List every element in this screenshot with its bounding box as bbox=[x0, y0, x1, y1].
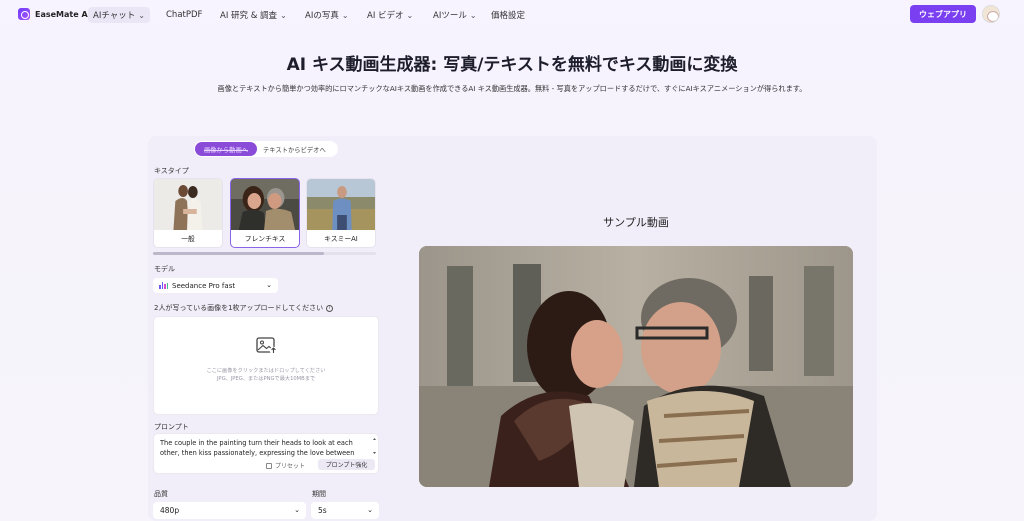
brand-logo[interactable]: EaseMate AI bbox=[18, 8, 91, 20]
model-label: モデル bbox=[154, 265, 175, 273]
nav-item-ai-photo[interactable]: AIの写真 ⌄ bbox=[300, 7, 354, 23]
chevron-down-icon: ⌄ bbox=[280, 10, 287, 20]
quality-value: 480p bbox=[160, 506, 180, 515]
nav-item-label: AIの写真 bbox=[305, 11, 339, 21]
preset-icon bbox=[266, 462, 272, 469]
kiss-type-label: フレンチキス bbox=[244, 235, 286, 243]
nav-item-ai-tools[interactable]: AIツール ⌄ bbox=[428, 7, 482, 23]
kiss-type-general-image bbox=[154, 179, 222, 230]
kiss-type-general[interactable]: 一般 bbox=[153, 178, 223, 248]
prompt-text[interactable]: The couple in the painting turn their he… bbox=[160, 438, 372, 458]
nav-item-ai-research[interactable]: AI 研究 & 調査 ⌄ bbox=[215, 7, 292, 23]
chevron-down-icon: ⌄ bbox=[294, 506, 300, 514]
sample-video-frame bbox=[419, 246, 853, 487]
kiss-type-french-kiss[interactable]: フレンチキス bbox=[230, 178, 300, 248]
kiss-type-french-kiss-image bbox=[231, 179, 299, 230]
brand-name: EaseMate AI bbox=[35, 9, 91, 19]
upload-hint-line: ここに画像をクリックまたはドロップしてください bbox=[206, 368, 326, 374]
info-icon[interactable]: i bbox=[326, 304, 334, 312]
nav-item-label: AIチャット bbox=[93, 11, 136, 21]
upload-label-row: 2人が写っている画像を1枚アップロードしてください i bbox=[154, 303, 334, 313]
nav-item-label: AIツール bbox=[433, 11, 467, 21]
duration-label: 期間 bbox=[312, 490, 326, 498]
mode-tabs: 画像から動画へ テキストからビデオへ bbox=[194, 141, 338, 157]
chevron-down-icon: ⌄ bbox=[341, 10, 349, 20]
web-app-button[interactable]: ウェブアプリ bbox=[910, 5, 976, 23]
quality-select[interactable]: 480p ⌄ bbox=[153, 502, 306, 519]
kiss-type-kiss-me-ai[interactable]: キスミーAI bbox=[306, 178, 376, 248]
tab-image-to-video[interactable]: 画像から動画へ bbox=[195, 142, 257, 156]
sample-video-title: サンプル動画 bbox=[603, 216, 669, 229]
preset-button[interactable]: プリセット bbox=[266, 461, 305, 470]
kiss-type-kiss-me-ai-image bbox=[307, 179, 375, 230]
nav-item-label: 価格設定 bbox=[491, 11, 526, 21]
chevron-down-icon: ⌄ bbox=[266, 281, 272, 289]
duration-select[interactable]: 5s ⌄ bbox=[311, 502, 379, 519]
upload-label: 2人が写っている画像を1枚アップロードしてください bbox=[154, 304, 324, 312]
prompt-label: プロンプト bbox=[154, 423, 189, 431]
scrollbar-thumb[interactable] bbox=[153, 252, 324, 255]
model-select[interactable]: Seedance Pro fast ⌄ bbox=[153, 278, 278, 293]
brand-mark-icon bbox=[18, 8, 30, 20]
tab-text-to-video[interactable]: テキストからビデオへ bbox=[257, 142, 332, 156]
nav-item-label: AI ビデオ bbox=[367, 11, 404, 21]
upload-hint: ここに画像をクリックまたはドロップしてください JPG、JPEG、またはPNGで… bbox=[154, 367, 378, 383]
prompt-scrollbar[interactable] bbox=[373, 438, 376, 454]
upload-dropzone[interactable]: ここに画像をクリックまたはドロップしてください JPG、JPEG、またはPNGで… bbox=[153, 316, 379, 415]
nav-item-label: ChatPDF bbox=[166, 10, 203, 20]
page-subtitle: 画像とテキストから簡単かつ効率的にロマンチックなAIキス動画を作成できるAI キ… bbox=[217, 84, 807, 93]
nav-item-label: AI 研究 & 調査 bbox=[220, 11, 278, 21]
enhance-prompt-button[interactable]: プロンプト強化 bbox=[318, 459, 375, 470]
nav-item-ai-video[interactable]: AI ビデオ ⌄ bbox=[362, 7, 418, 23]
nav-item-ai-chat[interactable]: AIチャット ⌄ bbox=[88, 7, 150, 23]
model-value: Seedance Pro fast bbox=[172, 281, 236, 290]
chevron-down-icon: ⌄ bbox=[367, 506, 373, 514]
avatar[interactable] bbox=[982, 5, 1000, 23]
duration-value: 5s bbox=[318, 506, 327, 515]
image-upload-icon bbox=[256, 337, 278, 355]
sample-video[interactable] bbox=[419, 246, 853, 487]
kiss-type-scrollbar[interactable] bbox=[153, 252, 376, 255]
chevron-down-icon: ⌄ bbox=[406, 10, 414, 20]
nav-item-pricing[interactable]: 価格設定 bbox=[486, 7, 530, 23]
top-nav: EaseMate AI AIチャット ⌄ ChatPDF AI 研究 & 調査 ⌄ … bbox=[0, 0, 1024, 30]
kiss-type-label: キスミーAI bbox=[324, 235, 358, 243]
kiss-type-label: キスタイプ bbox=[154, 167, 189, 175]
prompt-textarea[interactable]: The couple in the painting turn their he… bbox=[153, 433, 379, 474]
kiss-type-label: 一般 bbox=[181, 235, 195, 243]
nav-item-chatpdf[interactable]: ChatPDF bbox=[161, 7, 207, 23]
page-title: AI キス動画生成器: 写真/テキストを無料でキス動画に変換 bbox=[286, 55, 738, 75]
model-bars-icon bbox=[159, 282, 168, 289]
preset-label: プリセット bbox=[275, 463, 306, 470]
quality-label: 品質 bbox=[154, 490, 168, 498]
chevron-down-icon: ⌄ bbox=[469, 10, 477, 20]
chevron-down-icon: ⌄ bbox=[138, 10, 145, 20]
upload-hint-line: JPG、JPEG、またはPNGで最大10MBまで bbox=[216, 376, 316, 382]
